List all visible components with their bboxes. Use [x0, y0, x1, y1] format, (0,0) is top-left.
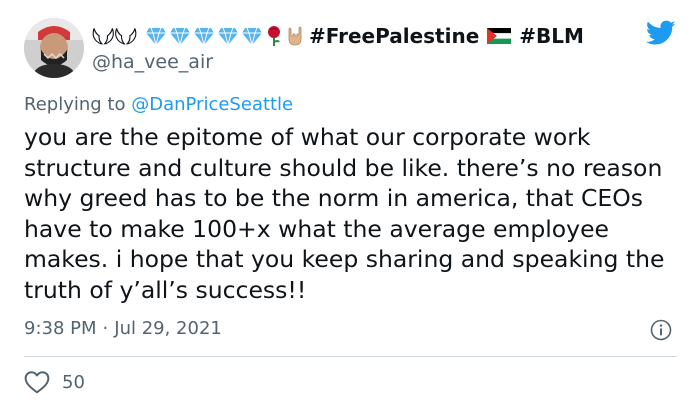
tweet-time[interactable]: 9:38 PM — [24, 318, 97, 339]
display-name: 𓆩𓆪𓆩𓆪 — [92, 26, 137, 51]
avatar[interactable] — [24, 18, 84, 78]
diamond-icon — [193, 27, 214, 46]
hashtag-blm[interactable]: #BLM — [519, 24, 584, 48]
tweet-text: you are the epitome of what our corporat… — [24, 123, 665, 304]
reply-prefix: Replying to — [24, 94, 132, 115]
heart-icon — [24, 371, 50, 394]
like-button[interactable]: 50 — [24, 370, 85, 394]
diamond-icon — [241, 27, 262, 46]
tweet-date[interactable]: Jul 29, 2021 — [114, 318, 222, 339]
user-handle[interactable]: @ha_vee_air — [92, 51, 213, 73]
info-icon[interactable] — [650, 319, 672, 341]
hashtag-free-palestine[interactable]: #FreePalestine — [309, 24, 479, 48]
timestamp-separator: · — [102, 318, 109, 339]
tweet-card: 𓆩𓆪𓆩𓆪 #FreePalestine #BLM @ha_vee_air Rep… — [0, 0, 700, 411]
emoji-row — [145, 25, 305, 47]
reply-to-link[interactable]: @DanPriceSeattle — [131, 94, 293, 115]
display-name-row[interactable]: 𓆩𓆪𓆩𓆪 #FreePalestine #BLM — [92, 22, 584, 51]
avatar-image — [24, 18, 84, 78]
diamond-icon — [169, 27, 190, 46]
reply-context: Replying to @DanPriceSeattle — [24, 94, 293, 115]
like-count: 50 — [62, 371, 85, 393]
diamond-icon — [217, 27, 238, 46]
diamond-icon — [145, 27, 166, 46]
divider — [24, 356, 677, 357]
rock-hand-icon — [288, 26, 302, 46]
palestine-flag-icon — [487, 28, 512, 44]
twitter-bird-icon[interactable] — [646, 20, 676, 46]
rose-icon — [267, 26, 280, 46]
tweet-timestamp: 9:38 PM · Jul 29, 2021 — [24, 318, 222, 339]
